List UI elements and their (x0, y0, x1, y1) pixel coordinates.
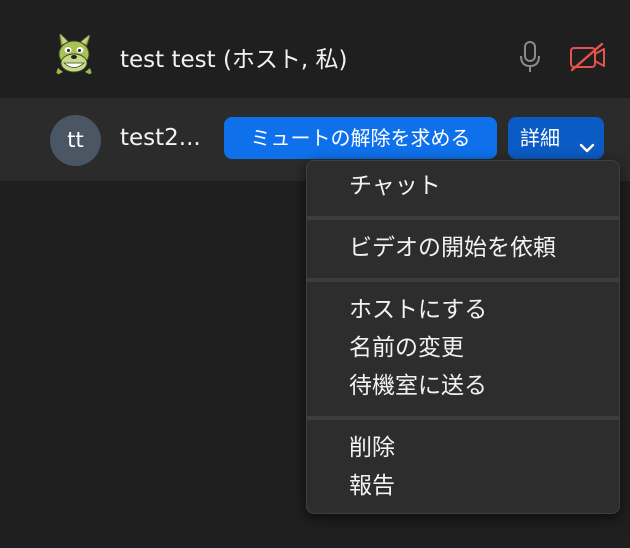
more-button[interactable]: 詳細 (508, 117, 604, 159)
participant-row-host[interactable]: test test (ホスト, 私) (0, 0, 630, 98)
more-menu: チャット ビデオの開始を依頼 ホストにする 名前の変更 待機室に送る 削除 報告 (306, 160, 620, 514)
ask-to-unmute-button[interactable]: ミュートの解除を求める (224, 117, 497, 159)
menu-divider (307, 278, 619, 282)
menu-item-remove[interactable]: 削除 (349, 433, 395, 463)
avatar: tt (50, 115, 101, 166)
host-name: test test (ホスト, 私) (120, 47, 348, 73)
menu-item-report[interactable]: 報告 (349, 471, 395, 501)
more-button-label: 詳細 (520, 126, 560, 150)
menu-item-make-host[interactable]: ホストにする (349, 295, 487, 325)
menu-divider (307, 216, 619, 220)
menu-item-chat[interactable]: チャット (349, 171, 441, 201)
menu-item-rename[interactable]: 名前の変更 (349, 333, 464, 363)
video-off-icon[interactable] (568, 42, 608, 72)
wolf-avatar-icon (49, 30, 99, 80)
menu-item-send-to-waiting-room[interactable]: 待機室に送る (349, 371, 487, 401)
microphone-icon[interactable] (517, 40, 543, 74)
menu-divider (307, 416, 619, 420)
guest-name: test2... (120, 125, 201, 151)
menu-item-request-video[interactable]: ビデオの開始を依頼 (349, 233, 556, 263)
chevron-down-icon (578, 129, 596, 153)
